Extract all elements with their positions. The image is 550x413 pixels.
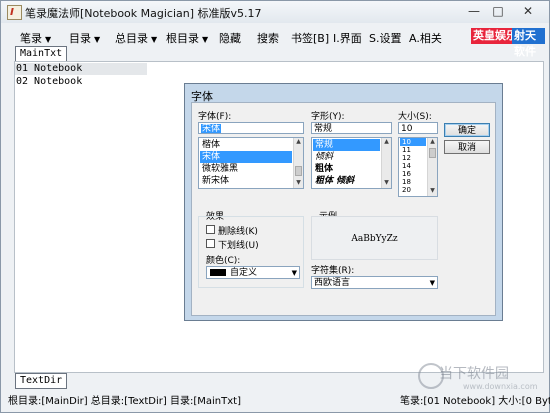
menu-directory[interactable]: 目录 ▼	[69, 30, 100, 46]
app-logo-icon	[7, 5, 22, 20]
menu-bar: 笔录 ▼ 目录 ▼ 总目录 ▼ 根目录 ▼ 隐藏 搜索 书签[B] I.界面 S.设置 …	[7, 28, 545, 58]
font-dialog: 字体 字体(F): 宋体 楷体 宋体 微软雅黑 新宋体 ▲ ▼ 字形(Y): 常…	[184, 83, 503, 321]
chevron-down-icon: ▼	[291, 269, 297, 277]
size-option[interactable]: 18	[400, 178, 426, 186]
scroll-thumb[interactable]	[295, 166, 302, 176]
menu-master-directory-caret-icon: ▼	[151, 35, 158, 44]
font-option[interactable]: 新宋体	[200, 175, 292, 187]
promo-badge-blue[interactable]: 射天软件	[512, 28, 545, 58]
menu-root-directory[interactable]: 根目录 ▼	[166, 30, 208, 46]
menu-bookmarks[interactable]: 书签[B]	[291, 30, 329, 46]
size-label: 大小(S):	[398, 112, 432, 122]
menu-notes-caret-icon: ▼	[45, 35, 52, 44]
size-option[interactable]: 14	[400, 162, 426, 170]
scroll-down-icon[interactable]: ▼	[383, 179, 390, 186]
scroll-down-icon[interactable]: ▼	[295, 179, 302, 186]
font-label: 字体(F):	[198, 112, 232, 122]
style-option-selected[interactable]: 常规	[313, 139, 380, 151]
menu-settings[interactable]: S.设置	[369, 30, 401, 46]
size-input[interactable]: 10	[398, 122, 438, 134]
minimize-button[interactable]: —	[463, 4, 485, 20]
maximize-button[interactable]: □	[487, 4, 509, 20]
size-option-selected[interactable]: 10	[400, 138, 426, 146]
charset-label: 字符集(R):	[311, 266, 355, 276]
font-list[interactable]: 楷体 宋体 微软雅黑 新宋体 ▲ ▼	[198, 137, 304, 189]
font-option-selected[interactable]: 宋体	[200, 151, 292, 163]
sample-preview: AaBbYyZz	[311, 216, 438, 260]
scroll-up-icon[interactable]: ▲	[383, 138, 390, 145]
scroll-up-icon[interactable]: ▲	[429, 138, 436, 145]
style-input[interactable]: 常规	[311, 122, 392, 134]
menu-search[interactable]: 搜索	[257, 30, 279, 46]
status-note-info: 笔录:[01 Notebook] 大小:[0 Byte]	[400, 396, 550, 407]
font-dialog-body: 字体(F): 宋体 楷体 宋体 微软雅黑 新宋体 ▲ ▼ 字形(Y): 常规 常…	[191, 102, 496, 316]
menu-related[interactable]: A.相关	[409, 30, 442, 46]
window-title: 笔录魔法师[Notebook Magician] 标准版v5.17	[25, 7, 262, 20]
style-list-scrollbar[interactable]: ▲ ▼	[381, 138, 391, 188]
cancel-button[interactable]: 取消	[444, 140, 490, 154]
title-bar[interactable]: 笔录魔法师[Notebook Magician] 标准版v5.17 — □ ✕	[1, 1, 549, 23]
scroll-down-icon[interactable]: ▼	[429, 187, 436, 194]
style-label: 字形(Y):	[311, 112, 345, 122]
font-list-scrollbar[interactable]: ▲ ▼	[293, 138, 303, 188]
color-value: 自定义	[230, 268, 258, 278]
color-swatch	[210, 269, 226, 276]
underline-label: 下划线(U)	[218, 241, 259, 251]
scroll-up-icon[interactable]: ▲	[295, 138, 302, 145]
style-option-bold-italic[interactable]: 粗体 倾斜	[313, 175, 380, 187]
menu-directory-caret-icon: ▼	[94, 35, 101, 44]
size-option[interactable]: 16	[400, 170, 426, 178]
size-option[interactable]: 20	[400, 186, 426, 194]
menu-notes[interactable]: 笔录 ▼	[20, 30, 51, 46]
tree-item-01[interactable]: 01 Notebook	[16, 63, 82, 74]
style-list[interactable]: 常规 倾斜 粗体 粗体 倾斜 ▲ ▼	[311, 137, 392, 189]
strikeout-label: 删除线(K)	[218, 227, 258, 237]
chevron-down-icon: ▼	[429, 279, 435, 287]
tree-item-02[interactable]: 02 Notebook	[16, 76, 82, 87]
ok-button[interactable]: 确定	[444, 123, 490, 137]
app-window: 笔录魔法师[Notebook Magician] 标准版v5.17 — □ ✕ …	[0, 0, 550, 413]
menu-interface[interactable]: I.界面	[333, 30, 362, 46]
charset-value: 西欧语言	[314, 278, 351, 288]
menu-master-directory[interactable]: 总目录 ▼	[115, 30, 157, 46]
status-directories: 根目录:[MainDir] 总目录:[TextDir] 目录:[MainTxt]	[8, 396, 241, 407]
menu-hide[interactable]: 隐藏	[219, 30, 241, 46]
size-list[interactable]: 10 11 12 14 16 18 20 ▲ ▼	[398, 137, 438, 197]
color-label: 颜色(C):	[206, 256, 241, 266]
tab-maintxt[interactable]: MainTxt	[15, 46, 68, 62]
size-list-scrollbar[interactable]: ▲ ▼	[427, 138, 437, 196]
strikeout-checkbox[interactable]	[206, 225, 215, 234]
style-option-italic[interactable]: 倾斜	[313, 151, 380, 163]
charset-select[interactable]: 西欧语言 ▼	[311, 276, 438, 289]
underline-checkbox[interactable]	[206, 239, 215, 248]
font-option[interactable]: 微软雅黑	[200, 163, 292, 175]
style-option-bold[interactable]: 粗体	[313, 163, 380, 175]
font-input[interactable]: 宋体	[198, 122, 304, 134]
tab-textdir[interactable]: TextDir	[15, 373, 68, 389]
font-option[interactable]: 楷体	[200, 139, 292, 151]
size-option[interactable]: 12	[400, 154, 426, 162]
close-button[interactable]: ✕	[511, 4, 545, 20]
scroll-thumb[interactable]	[429, 148, 436, 158]
menu-root-directory-caret-icon: ▼	[202, 35, 209, 44]
watermark-url: www.downxia.com	[463, 382, 538, 391]
watermark-text: 当下软件园	[439, 366, 509, 382]
color-select[interactable]: 自定义 ▼	[206, 266, 300, 279]
size-option[interactable]: 11	[400, 146, 426, 154]
